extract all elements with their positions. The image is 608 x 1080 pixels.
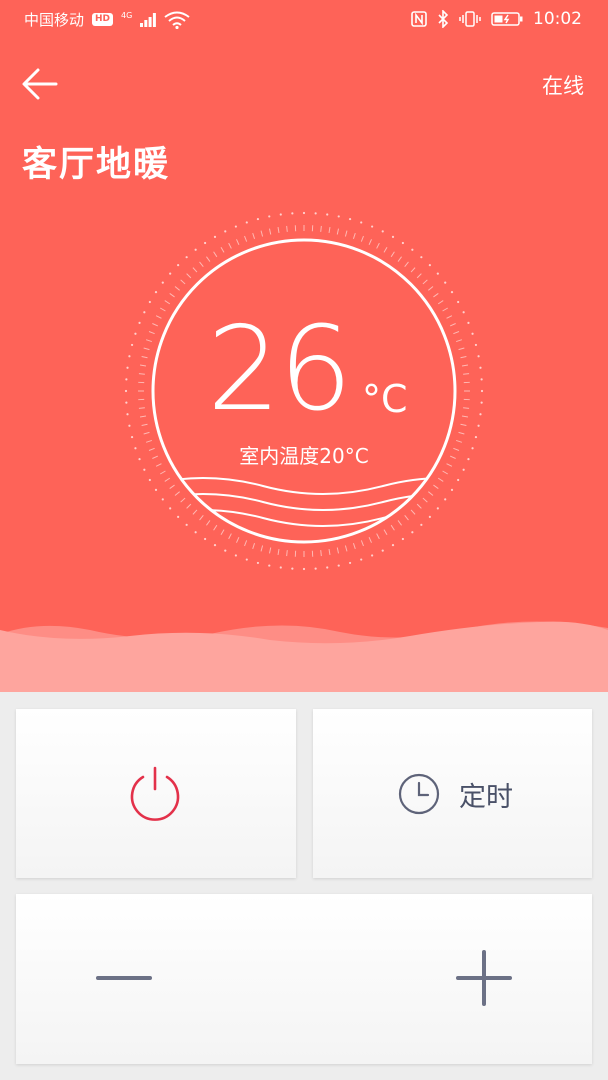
arrow-left-icon (22, 68, 58, 100)
minus-icon (96, 976, 152, 980)
network-type: 4G (121, 11, 133, 20)
back-button[interactable] (20, 64, 64, 104)
carrier-name: 中国移动 (24, 11, 85, 29)
battery-icon (491, 12, 523, 26)
set-temperature: 26 (207, 302, 353, 437)
clock-icon (398, 773, 440, 815)
page-title: 客厅地暖 (22, 145, 171, 185)
indoor-temperature: 室内温度20°C (239, 444, 369, 468)
status-bar: 中国移动 HD 4G 10:02 (0, 0, 608, 40)
power-icon (130, 766, 180, 821)
timer-button[interactable]: 定时 (313, 709, 592, 878)
power-button[interactable] (16, 709, 296, 878)
plus-icon (456, 950, 512, 1006)
temperature-adjust-panel (16, 894, 592, 1064)
bottom-wave-decoration (0, 621, 608, 692)
vibrate-icon (459, 11, 481, 27)
online-status: 在线 (542, 74, 584, 98)
decrease-temperature-button[interactable] (88, 946, 160, 1010)
timer-label: 定时 (459, 782, 513, 813)
hero-panel: 中国移动 HD 4G 10:02 在线 客厅地暖 26 °C 室内温度20°C (0, 0, 608, 692)
hd-badge: HD (92, 13, 114, 26)
bluetooth-icon (438, 10, 449, 28)
nfc-icon (411, 11, 427, 27)
clock: 10:02 (533, 9, 582, 29)
temperature-unit: °C (362, 377, 408, 421)
increase-temperature-button[interactable] (448, 946, 520, 1010)
wifi-icon (164, 11, 190, 29)
signal-icon (140, 12, 157, 27)
